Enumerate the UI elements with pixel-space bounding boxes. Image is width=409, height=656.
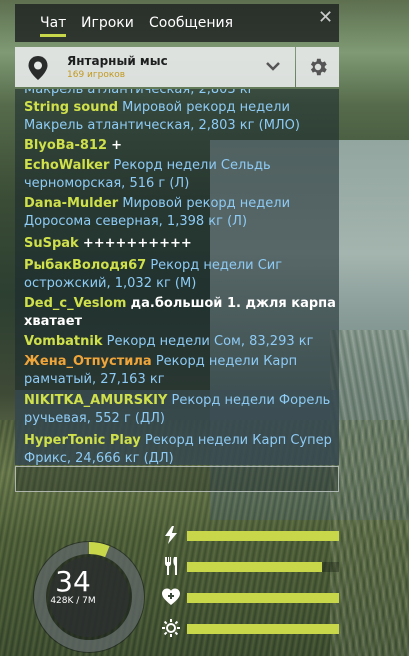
comfort-bar <box>187 624 339 634</box>
chat-username[interactable]: Vombatnik <box>24 334 102 349</box>
chat-message: HyperTonic Play Рекорд недели Карп Супер… <box>24 432 336 465</box>
health-bar-fill <box>187 593 339 603</box>
player-xp: 428K / 7M <box>50 596 96 606</box>
chat-message: BlyoBa-812 + <box>24 137 336 155</box>
chat-message: Ded_c_Veslom да.большой 1. джля карпа хв… <box>24 295 336 331</box>
fork-knife-icon <box>165 557 177 575</box>
lightning-icon <box>165 526 177 544</box>
chat-message: NIKITKA_AMURSKIY Рекорд недели Форель ру… <box>24 392 336 428</box>
chat-text: + <box>111 138 123 153</box>
chat-username[interactable]: Ded_c_Veslom <box>24 296 126 311</box>
background-reeds <box>330 330 409 656</box>
player-count: 169 игроков <box>67 70 126 80</box>
sun-icon <box>162 619 180 637</box>
chat-text: ++++++++++ <box>82 236 192 251</box>
chat-input[interactable] <box>15 466 339 492</box>
settings-button[interactable] <box>296 47 339 87</box>
tab-chat[interactable]: Чат <box>40 15 67 37</box>
location-pin-icon <box>28 56 48 80</box>
chat-username[interactable]: BlyoBa-812 <box>24 138 107 153</box>
tab-players[interactable]: Игроки <box>81 15 134 31</box>
close-icon[interactable]: ✕ <box>318 7 333 28</box>
chat-username[interactable]: SuSpak <box>24 236 79 251</box>
health-bar <box>187 593 339 603</box>
location-name: Янтарный мыс <box>67 54 168 68</box>
gear-icon <box>310 58 327 76</box>
player-level: 34 <box>55 565 91 598</box>
tab-bar: Чат Игроки Сообщения ✕ <box>15 4 339 42</box>
chat-username[interactable]: РыбакВолодя67 <box>24 258 146 273</box>
chat-message: EchoWalker Рекорд недели Сельдь черномор… <box>24 157 336 193</box>
chat-message: Жена_Отпустила Рекорд недели Карп рамчат… <box>24 353 336 389</box>
chat-username[interactable]: Жена_Отпустила <box>24 354 152 369</box>
satiety-bar <box>187 562 339 572</box>
location-selector[interactable]: Янтарный мыс 169 игроков <box>15 47 295 87</box>
tab-messages[interactable]: Сообщения <box>149 15 233 31</box>
chat-username[interactable]: NIKITKA_AMURSKIY <box>24 393 167 408</box>
chat-message-list[interactable]: Макрель атлантическая, 2,803 кг String s… <box>15 89 339 465</box>
heart-plus-icon <box>162 588 180 605</box>
satiety-bar-fill <box>187 562 323 572</box>
comfort-bar-fill <box>187 624 339 634</box>
chat-text: Рекорд недели Сом, 83,293 кг <box>106 334 314 349</box>
chat-message: Dana-Mulder Мировой рекорд недели Доросо… <box>24 195 336 231</box>
energy-bar-fill <box>187 531 339 541</box>
xp-progress-arc <box>88 542 110 558</box>
chat-username[interactable]: String sound <box>24 100 118 115</box>
chat-message: String sound Мировой рекорд недели Макре… <box>24 99 336 135</box>
chat-message: РыбакВолодя67 Рекорд недели Сиг острожск… <box>24 257 336 293</box>
chat-panel: Чат Игроки Сообщения ✕ Янтарный мыс 169 … <box>15 4 339 492</box>
chat-message: Vombatnik Рекорд недели Сом, 83,293 кг <box>24 333 336 351</box>
chat-message-partial: Макрель атлантическая, 2,803 кг <box>24 89 255 97</box>
chat-message: SuSpak ++++++++++ <box>24 235 336 253</box>
energy-bar <box>187 531 339 541</box>
chat-username[interactable]: Dana-Mulder <box>24 196 118 211</box>
chat-username[interactable]: EchoWalker <box>24 158 109 173</box>
chevron-down-icon[interactable] <box>265 60 281 72</box>
chat-username[interactable]: HyperTonic Play <box>24 433 141 448</box>
